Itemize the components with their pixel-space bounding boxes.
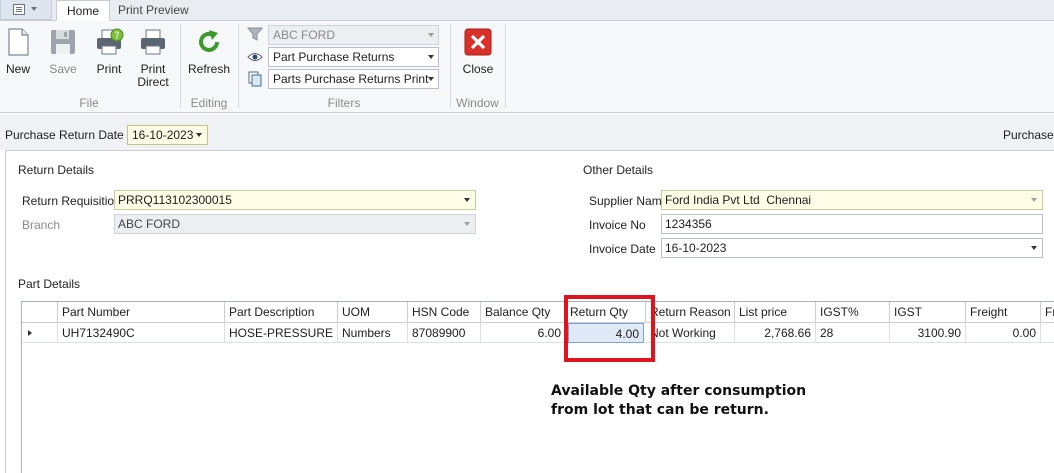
print-button[interactable]: ? Print	[91, 25, 127, 95]
cell-freight[interactable]: 0.00	[966, 323, 1041, 343]
save-disk-icon	[51, 30, 75, 54]
part-details-grid[interactable]: Part Number Part Description UOM HSN Cod…	[21, 301, 1054, 473]
print-direct-button[interactable]: Print Direct	[134, 25, 172, 95]
cell-igst-percent[interactable]: 28	[816, 323, 890, 343]
part-details-title: Part Details	[18, 277, 81, 291]
invoice-no-field[interactable]: 1234356	[661, 214, 1043, 234]
svg-text:?: ?	[114, 31, 119, 42]
print-preview-icon: ?	[97, 28, 124, 55]
column-header-part-description[interactable]: Part Description	[225, 302, 338, 323]
new-button[interactable]: New	[2, 25, 34, 95]
chevron-down-icon	[196, 133, 202, 137]
purchase-return-date-field[interactable]: 16-10-2023	[127, 125, 208, 145]
column-header-uom[interactable]: UOM	[338, 302, 408, 323]
eye-icon	[247, 53, 263, 61]
chevron-down-icon	[1031, 246, 1037, 250]
refresh-icon	[199, 30, 219, 52]
purchase-return-number-label: Purchase R	[1003, 128, 1054, 142]
close-icon	[464, 28, 492, 56]
save-button[interactable]: Save	[46, 25, 80, 95]
invoice-date-label: Invoice Date	[589, 242, 656, 256]
filter-icon	[247, 27, 263, 41]
invoice-date-value: 16-10-2023	[665, 241, 727, 255]
group-label-editing: Editing	[190, 96, 228, 110]
cell-return-reason[interactable]: Not Working	[646, 323, 735, 343]
close-button[interactable]: Close	[460, 25, 496, 95]
return-requisition-value: PRRQ113102300015	[118, 193, 232, 207]
row-indicator[interactable]	[22, 323, 58, 343]
purchase-return-date-label: Purchase Return Date	[5, 128, 124, 142]
group-label-file: File	[79, 96, 99, 110]
column-header-balance-qty[interactable]: Balance Qty	[481, 302, 566, 323]
cell-uom[interactable]: Numbers	[338, 323, 408, 343]
branch-filter-value: ABC FORD	[273, 28, 336, 42]
other-details-title: Other Details	[583, 163, 654, 177]
close-button-label: Close	[462, 62, 494, 76]
chevron-down-icon	[428, 55, 434, 59]
tab-home[interactable]: Home	[56, 0, 111, 21]
chevron-down-icon	[428, 77, 434, 81]
group-label-window: Window	[456, 96, 499, 110]
cell-part-description[interactable]: HOSE-PRESSURE	[225, 323, 338, 343]
annotation-line-1: Available Qty after consumption	[551, 383, 807, 399]
view-filter-combo[interactable]: Part Purchase Returns	[268, 47, 439, 67]
app-menu-button[interactable]	[0, 0, 52, 20]
return-details-title: Return Details	[18, 163, 95, 177]
column-header-freight[interactable]: Freight	[966, 302, 1041, 323]
column-header-igst-percent[interactable]: IGST%	[816, 302, 890, 323]
chevron-down-icon	[31, 7, 37, 11]
return-qty-highlight-box	[564, 295, 655, 362]
supplier-name-combo[interactable]: Ford India Pvt Ltd Chennai	[661, 190, 1043, 210]
group-label-filters: Filters	[327, 96, 361, 110]
return-requisition-combo[interactable]: PRRQ113102300015	[114, 190, 476, 210]
row-indicator-header	[22, 302, 58, 323]
purchase-return-date-value: 16-10-2023	[132, 128, 194, 142]
cell-part-number[interactable]: UH7132490C	[58, 323, 225, 343]
group-separator	[505, 24, 506, 108]
chevron-down-icon	[464, 198, 470, 202]
menu-icon	[13, 4, 25, 15]
view-filter-value: Part Purchase Returns	[273, 50, 395, 64]
invoice-no-value: 1234356	[665, 217, 712, 231]
printer-icon	[141, 29, 165, 55]
report-filter-combo[interactable]: Parts Purchase Returns Print	[268, 69, 439, 89]
branch-combo[interactable]: ABC FORD	[114, 214, 476, 234]
print-direct-button-label: Print Direct	[137, 62, 169, 89]
column-header-fr[interactable]: Fr	[1041, 302, 1054, 323]
column-header-return-reason[interactable]: Return Reason	[646, 302, 735, 323]
column-header-hsn-code[interactable]: HSN Code	[408, 302, 481, 323]
save-button-label: Save	[49, 62, 77, 76]
annotation-note: Available Qty after consumption from lot…	[551, 382, 811, 420]
refresh-button[interactable]: Refresh	[187, 25, 231, 95]
invoice-date-field[interactable]: 16-10-2023	[661, 238, 1043, 258]
refresh-button-label: Refresh	[187, 62, 231, 76]
annotation-line-2: from lot that can be return.	[551, 402, 769, 418]
return-requisition-label: Return Requisition	[22, 194, 121, 208]
supplier-name-label: Supplier Name	[589, 194, 669, 208]
tab-print-preview[interactable]: Print Preview	[108, 0, 199, 21]
cell-igst[interactable]: 3100.90	[890, 323, 966, 343]
invoice-no-label: Invoice No	[589, 218, 646, 232]
chevron-down-icon	[1031, 198, 1037, 202]
cell-balance-qty[interactable]: 6.00	[481, 323, 566, 343]
ribbon: New Save ? Print Print Direct Refresh AB…	[0, 21, 1054, 113]
cell-hsn-code[interactable]: 87089900	[408, 323, 481, 343]
branch-filter-combo[interactable]: ABC FORD	[268, 25, 439, 45]
branch-label: Branch	[22, 218, 61, 232]
report-filter-value: Parts Purchase Returns Print	[273, 72, 429, 86]
branch-value: ABC FORD	[118, 217, 181, 231]
print-button-label: Print	[96, 62, 122, 76]
chevron-down-icon	[428, 33, 434, 37]
supplier-name-value: Ford India Pvt Ltd Chennai	[665, 193, 812, 207]
new-document-icon	[8, 28, 29, 56]
column-header-part-number[interactable]: Part Number	[58, 302, 225, 323]
cell-fr[interactable]	[1041, 323, 1054, 343]
new-button-label: New	[5, 62, 30, 76]
cell-list-price[interactable]: 2,768.66	[735, 323, 816, 343]
chevron-down-icon	[464, 222, 470, 226]
row-pointer-icon	[28, 330, 32, 336]
column-header-list-price[interactable]: List price	[735, 302, 816, 323]
column-header-igst[interactable]: IGST	[890, 302, 966, 323]
report-icon	[248, 71, 262, 87]
